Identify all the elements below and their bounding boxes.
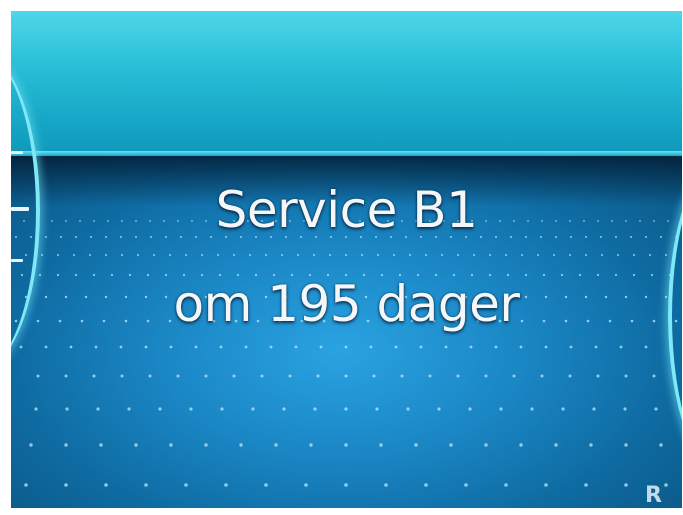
service-title: Service B1	[215, 181, 478, 239]
gauge-tick	[11, 151, 23, 154]
service-due-text: om 195 dager	[173, 275, 520, 333]
gauge-tick	[11, 259, 23, 262]
instrument-cluster-display: Service B1 om 195 dager R	[11, 11, 682, 508]
header-band	[11, 11, 682, 156]
gear-indicator: R	[645, 483, 662, 508]
